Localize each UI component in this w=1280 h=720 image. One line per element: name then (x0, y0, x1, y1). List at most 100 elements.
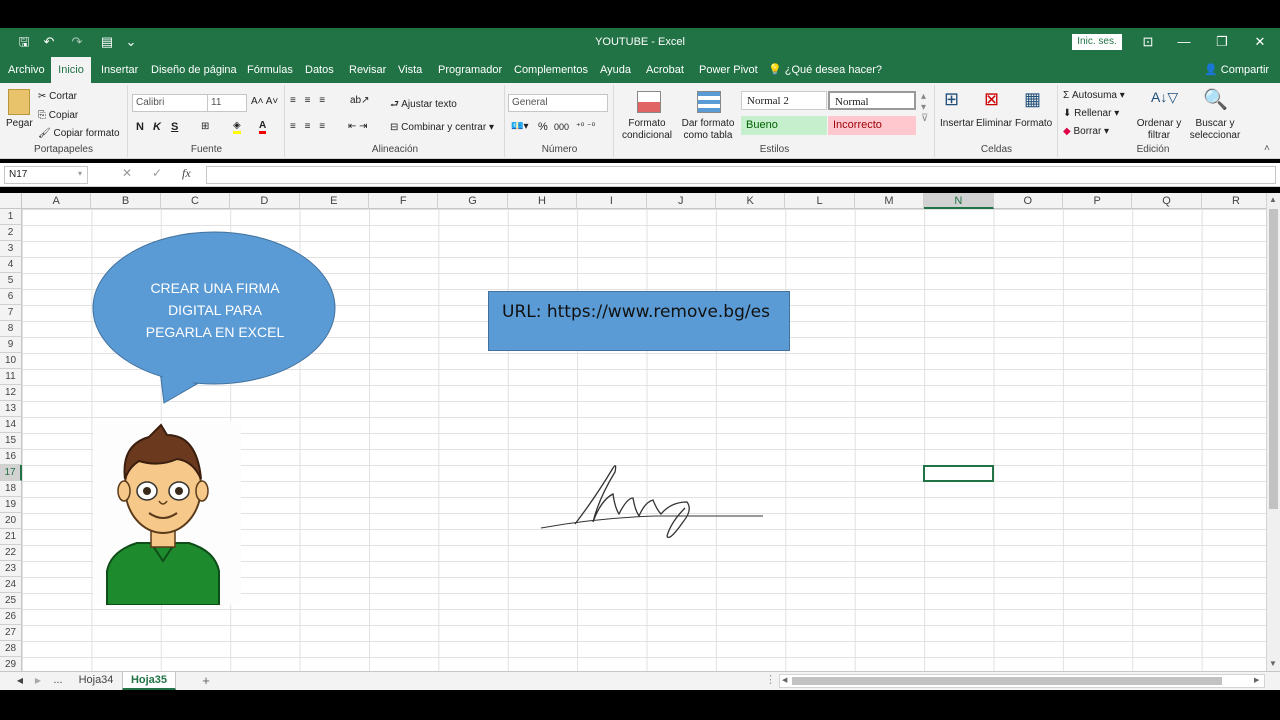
row-header[interactable]: 9 (0, 337, 22, 353)
column-header[interactable]: R (1201, 193, 1266, 209)
worksheet-grid[interactable]: ABCDEFGHIJKLMNOPQR 1 2 3 4 5 6 7 8 9 10 11 12 13 14 15… (0, 193, 1266, 671)
row-header[interactable]: 21 (0, 529, 22, 545)
row-header[interactable]: 13 (0, 401, 22, 417)
row-header[interactable]: 5 (0, 273, 22, 289)
tell-me-search[interactable]: 💡 ¿Qué desea hacer? (768, 57, 882, 83)
collapse-ribbon-icon[interactable]: ˄ (1264, 143, 1270, 154)
column-header[interactable]: K (716, 193, 786, 209)
name-box[interactable]: N17 (4, 166, 88, 184)
delete-cells-button[interactable]: Eliminar (976, 118, 1012, 129)
insert-cells-icon[interactable]: ⊞ (944, 89, 959, 110)
paste-button[interactable]: Pegar (6, 118, 33, 129)
ribbon-display-options-icon[interactable]: ⊡ (1136, 33, 1160, 51)
name-box-dropdown-icon[interactable]: ▾ (78, 169, 82, 178)
tab-diseno[interactable]: Diseño de página (151, 57, 237, 83)
tab-complementos[interactable]: Complementos (514, 57, 588, 83)
signature-image[interactable] (535, 458, 770, 548)
delete-cells-icon[interactable]: ⊠ (984, 89, 999, 110)
column-header[interactable]: A (22, 193, 92, 209)
percent-button[interactable]: % (538, 121, 548, 133)
find-select-button[interactable]: Buscar y seleccionar (1185, 118, 1245, 142)
format-cells-button[interactable]: Formato (1015, 118, 1052, 129)
format-cells-icon[interactable]: ▦ (1024, 89, 1041, 110)
column-header[interactable]: C (160, 193, 231, 209)
row-header[interactable]: 24 (0, 577, 22, 593)
font-size-select[interactable]: 11 (207, 94, 247, 112)
column-header[interactable]: L (785, 193, 855, 209)
horizontal-align-icons[interactable]: ≡ ≡ ≡ (290, 121, 328, 132)
tab-programador[interactable]: Programador (438, 57, 502, 83)
column-header[interactable]: B (91, 193, 161, 209)
scroll-up-icon[interactable]: ▲ (1269, 195, 1277, 204)
share-button[interactable]: 👤 Compartir (1204, 57, 1269, 83)
column-header[interactable]: Q (1132, 193, 1202, 209)
row-header[interactable]: 1 (0, 209, 22, 225)
horizontal-scroll-thumb[interactable] (792, 677, 1222, 685)
tab-formulas[interactable]: Fórmulas (247, 57, 293, 83)
row-header[interactable]: 28 (0, 641, 22, 657)
horizontal-scrollbar[interactable]: ◀ ▶ (779, 674, 1265, 688)
wrap-text-button[interactable]: ⮐ Ajustar texto (390, 97, 457, 114)
italic-button[interactable]: K (153, 121, 161, 133)
style-normal-2[interactable]: Normal 2 (741, 91, 827, 110)
enter-icon[interactable]: ✓ (152, 166, 162, 180)
row-header[interactable]: 15 (0, 433, 22, 449)
vertical-align-icons[interactable]: ≡ ≡ ≡ (290, 95, 328, 106)
row-header[interactable]: 16 (0, 449, 22, 465)
style-incorrecto[interactable]: Incorrecto (828, 116, 916, 135)
column-header[interactable]: N (924, 193, 994, 209)
paste-icon[interactable] (8, 89, 30, 115)
row-header[interactable]: 20 (0, 513, 22, 529)
row-header[interactable]: 12 (0, 385, 22, 401)
close-button[interactable]: ✕ (1248, 33, 1272, 51)
column-header[interactable]: D (230, 193, 300, 209)
sort-filter-button[interactable]: Ordenar y filtrar (1135, 118, 1183, 142)
row-header[interactable]: 8 (0, 321, 22, 337)
format-table-button[interactable]: Dar formato como tabla (677, 118, 739, 142)
indent-icons[interactable]: ⇤ ⇥ (348, 121, 368, 132)
formula-input[interactable] (206, 166, 1276, 184)
fill-button[interactable]: ⬇ Rellenar ▾ (1063, 108, 1119, 119)
cut-button[interactable]: ✂ Cortar (38, 91, 77, 102)
format-table-icon[interactable] (697, 91, 721, 113)
add-sheet-button[interactable]: + (198, 672, 214, 690)
column-header[interactable]: I (577, 193, 647, 209)
tab-inicio[interactable]: Inicio (51, 57, 91, 83)
row-header[interactable]: 11 (0, 369, 22, 385)
tab-datos[interactable]: Datos (305, 57, 334, 83)
row-header[interactable]: 27 (0, 625, 22, 641)
tab-vista[interactable]: Vista (398, 57, 422, 83)
row-header[interactable]: 23 (0, 561, 22, 577)
row-header[interactable]: 14 (0, 417, 22, 433)
underline-button[interactable]: S (171, 121, 178, 133)
style-normal[interactable]: Normal (828, 91, 916, 110)
bold-button[interactable]: N (136, 121, 144, 133)
row-header[interactable]: 18 (0, 481, 22, 497)
restore-button[interactable]: ❐ (1210, 33, 1234, 51)
row-header[interactable]: 6 (0, 289, 22, 305)
scroll-left-icon[interactable]: ◀ (782, 676, 787, 684)
row-header[interactable]: 22 (0, 545, 22, 561)
thousands-button[interactable]: 000 (554, 122, 569, 132)
cartoon-boy-image[interactable] (93, 421, 241, 605)
column-header[interactable]: O (993, 193, 1063, 209)
row-header[interactable]: 7 (0, 305, 22, 321)
scroll-down-icon[interactable]: ▼ (1269, 659, 1277, 668)
merge-center-button[interactable]: ⊟ Combinar y centrar ▾ (390, 122, 494, 133)
style-bueno[interactable]: Bueno (741, 116, 827, 135)
conditional-format-icon[interactable] (637, 91, 661, 113)
tab-archivo[interactable]: Archivo (8, 57, 45, 83)
row-header[interactable]: 17 (0, 465, 22, 481)
row-header[interactable]: 25 (0, 593, 22, 609)
currency-icon[interactable]: 💶▾ (511, 121, 528, 132)
find-icon[interactable]: 🔍 (1203, 87, 1228, 112)
column-header[interactable]: G (438, 193, 508, 209)
column-header[interactable]: P (1063, 193, 1133, 209)
decimal-icons[interactable]: ⁺⁰ ⁻⁰ (576, 121, 595, 132)
insert-cells-button[interactable]: Insertar (940, 118, 974, 129)
styles-scroll-icon[interactable]: ▴ ▾ ⊽ (921, 91, 928, 124)
cancel-icon[interactable]: ✕ (122, 166, 132, 180)
column-header[interactable]: J (646, 193, 716, 209)
tab-insertar[interactable]: Insertar (101, 57, 138, 83)
grow-font-icon[interactable]: A˄ A˅ (251, 96, 278, 107)
